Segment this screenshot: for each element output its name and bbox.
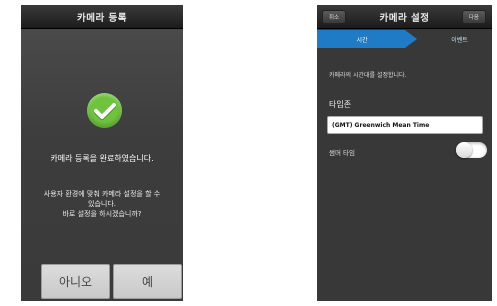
settings-body: 카메라의 시간대를 설정합니다. 타임존 (GMT) Greenwich Mea…: [317, 48, 492, 301]
cancel-button[interactable]: 취소: [322, 10, 347, 24]
success-message: 카메라 등록을 완료하였습니다.: [50, 154, 154, 163]
prompt-line: 있습니다.: [88, 200, 116, 208]
dialog-body: 카메라 등록을 완료하였습니다. 사용자 환경에 맞춰 카메라 설정을 할 수 …: [21, 29, 183, 301]
camera-registration-screen: 카메라 등록 카메라 등록을 완료하였습니다. 사용자 환경에 맞춰 카메라 설…: [21, 5, 183, 301]
timezone-label: 타임존: [329, 100, 352, 109]
checkmark-glyph: [93, 102, 116, 120]
prompt-line: 바로 설정을 하시겠습니까?: [62, 210, 142, 218]
no-button[interactable]: 아니오: [41, 264, 110, 299]
next-button[interactable]: 다음: [461, 10, 486, 24]
toggle-knob[interactable]: [456, 142, 472, 158]
dst-label: 썸머 타임: [329, 149, 355, 157]
step-time[interactable]: 시간: [317, 30, 417, 48]
camera-settings-screen: 취소 카메라 설정 다음 시간 이벤트 카메라의 시간대를 설정합니다. 타임존…: [317, 5, 492, 301]
title-bar: 카메라 등록: [21, 5, 183, 29]
step-indicator: 시간 이벤트: [317, 30, 492, 48]
description-text: 카메라의 시간대를 설정합니다.: [329, 72, 407, 79]
dst-toggle[interactable]: [456, 142, 487, 158]
checkmark-icon: [87, 93, 122, 128]
setup-prompt: 사용자 환경에 맞춰 카메라 설정을 할 수 있습니다. 바로 설정을 하시겠습…: [31, 189, 173, 219]
dialog-buttons: 아니오 예: [41, 264, 182, 299]
page-title: 카메라 등록: [76, 12, 127, 24]
prompt-line: 사용자 환경에 맞춰 카메라 설정을 할 수: [43, 190, 161, 198]
yes-button[interactable]: 예: [113, 264, 182, 299]
step-event[interactable]: 이벤트: [427, 30, 492, 48]
title-bar: 취소 카메라 설정 다음: [317, 5, 492, 29]
page-title: 카메라 설정: [379, 12, 430, 24]
timezone-select[interactable]: (GMT) Greenwich Mean Time: [327, 116, 483, 134]
